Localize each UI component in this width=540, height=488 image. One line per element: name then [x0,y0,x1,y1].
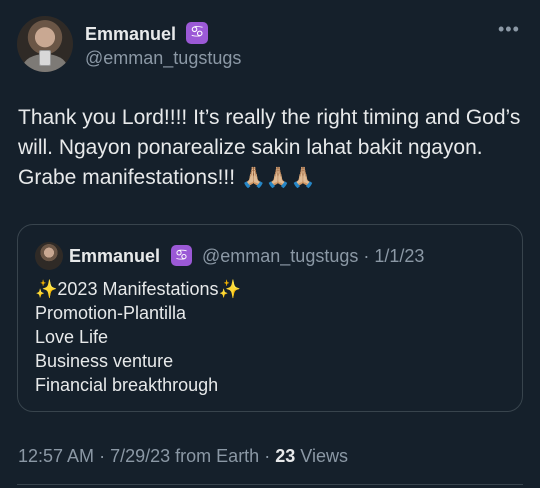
praying-hands-emoji: 🙏🏼🙏🏼🙏🏼 [240,167,316,189]
tweet-container: Emmanuel ♋ @emman_tugstugs ••• Thank you… [0,0,540,488]
avatar-phone [39,50,51,66]
tweet-source: from Earth [175,446,260,466]
quoted-author-name: Emmanuel [69,246,161,266]
quoted-tweet-card[interactable]: Emmanuel ♋ @emman_tugstugs · 1/1/23 ✨202… [17,224,523,412]
quoted-line: ✨2023 Manifestations✨ [35,279,241,299]
author-avatar[interactable] [17,16,73,72]
cancer-zodiac-icon: ♋ [171,245,192,266]
quoted-line: Promotion-Plantilla [35,303,187,323]
separator-dot: · [264,446,271,466]
quoted-tweet-meta: @emman_tugstugs · 1/1/23 [202,246,425,266]
more-horizontal-icon[interactable]: ••• [498,20,520,38]
separator-dot: · [99,446,106,466]
tweet-text: Thank you Lord!!!! It’s really the right… [18,103,523,193]
views-label: Views [300,446,348,466]
author-display-name[interactable]: Emmanuel [85,24,176,45]
tweet-footer: 12:57 AM · 7/29/23 from Earth · 23 Views [18,446,348,467]
quoted-line: Love Life [35,327,109,347]
tweet-date[interactable]: 7/29/23 [110,446,170,466]
tweet-time[interactable]: 12:57 AM [18,446,94,466]
views-count: 23 [275,446,296,466]
cancer-zodiac-icon: ♋ [186,22,208,44]
divider [17,484,523,485]
quoted-line: Financial breakthrough [35,375,219,395]
quoted-author-avatar [35,242,63,270]
quoted-line: Business venture [35,351,174,371]
quoted-tweet-text: ✨2023 Manifestations✨ Promotion-Plantill… [35,277,241,397]
author-handle[interactable]: @emman_tugstugs [85,48,241,69]
